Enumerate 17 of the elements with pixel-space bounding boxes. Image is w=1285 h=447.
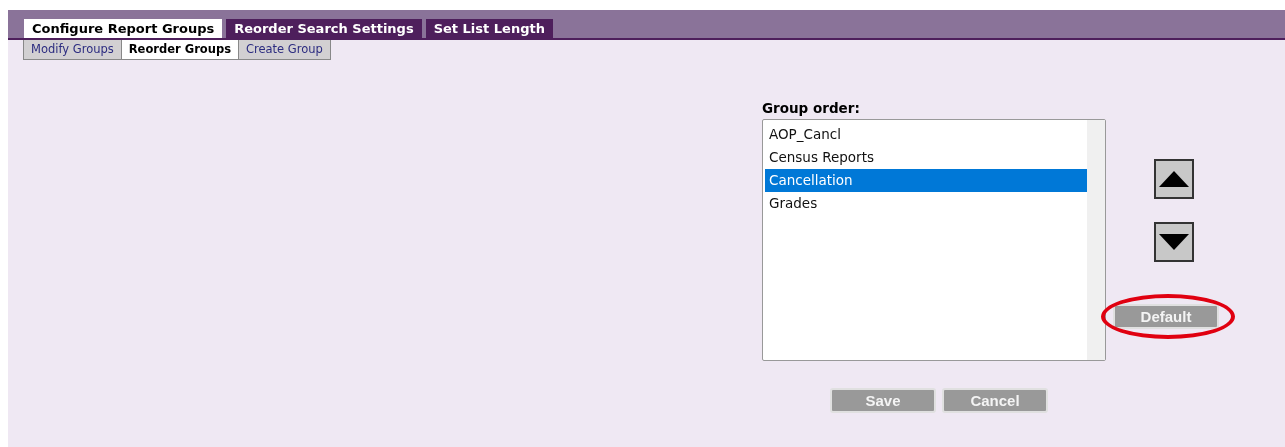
list-item[interactable]: Cancellation bbox=[765, 169, 1087, 192]
list-item[interactable]: AOP_Cancl bbox=[763, 123, 1087, 146]
tab[interactable]: Set List Length bbox=[425, 19, 553, 38]
tab[interactable]: Configure Report Groups bbox=[24, 19, 223, 38]
triangle-down-icon bbox=[1158, 234, 1189, 250]
triangle-up-icon bbox=[1158, 171, 1189, 187]
list-label: Group order: bbox=[762, 100, 861, 116]
move-down-button[interactable] bbox=[1153, 222, 1194, 262]
subtab[interactable]: Reorder Groups bbox=[120, 40, 239, 60]
list-item[interactable]: Grades bbox=[763, 192, 1087, 215]
subtab[interactable]: Create Group bbox=[238, 40, 331, 60]
move-up-button[interactable] bbox=[1153, 159, 1194, 199]
scrollbar[interactable] bbox=[1087, 120, 1105, 360]
subtab[interactable]: Modify Groups bbox=[23, 40, 122, 60]
tab[interactable]: Reorder Search Settings bbox=[226, 19, 422, 38]
list-item[interactable]: Census Reports bbox=[763, 146, 1087, 169]
group-order-list[interactable]: AOP_Cancl Census Reports Cancellation Grades bbox=[762, 119, 1106, 361]
